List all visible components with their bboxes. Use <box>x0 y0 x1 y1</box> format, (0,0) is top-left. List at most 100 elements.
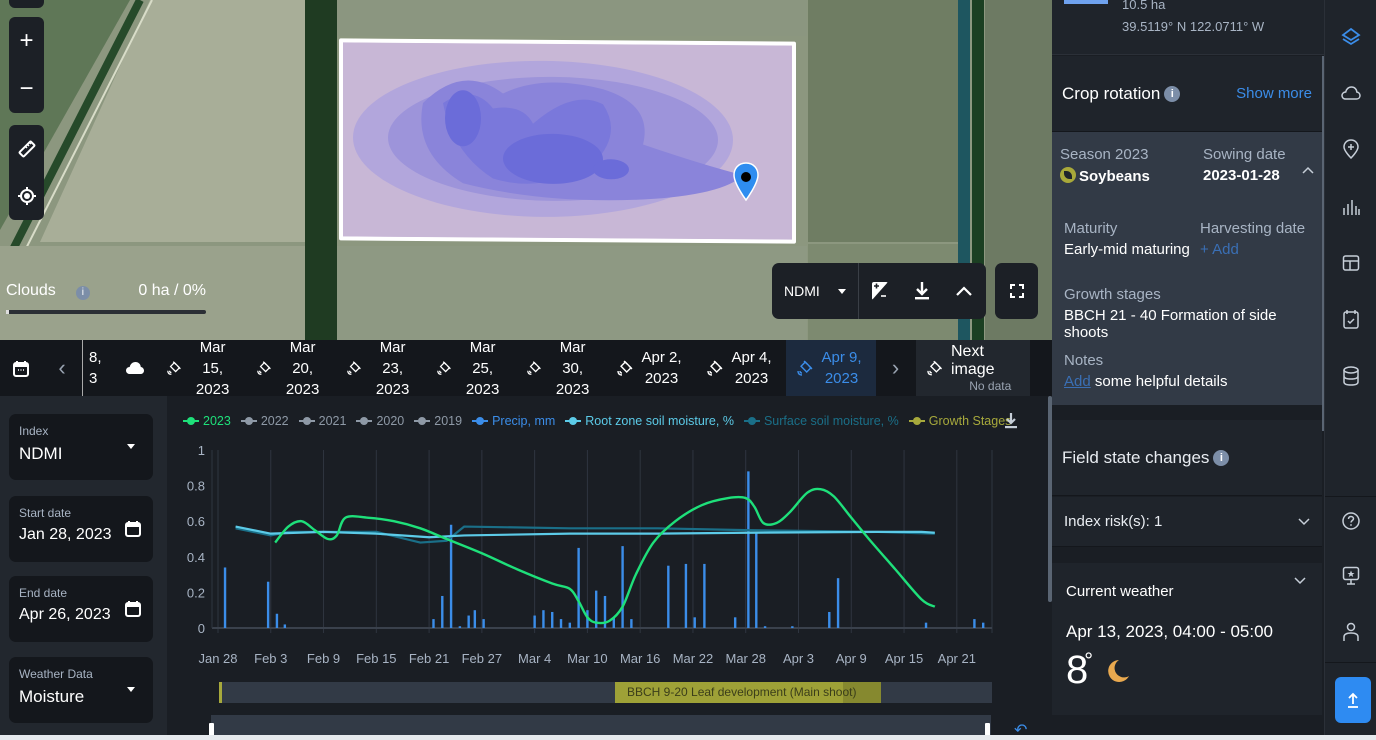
start-date-label: Start date <box>19 506 72 520</box>
satellite-map[interactable]: + − Clouds i 0 ha / 0% NDMI <box>0 0 1052 340</box>
prev-dates-button[interactable]: ‹ <box>42 355 82 381</box>
satellite-icon <box>616 360 633 376</box>
index-selector-label: NDMI <box>784 283 820 299</box>
tasks-button[interactable] <box>1325 299 1376 339</box>
help-button[interactable] <box>1325 501 1376 541</box>
ndmi-chart[interactable]: Jan 28 Feb 3 Feb 9 Feb 15 Feb 21 Feb 27 Mar 4 M… <box>167 396 1052 686</box>
notes-label: Notes <box>1064 352 1104 369</box>
chevron-up-icon[interactable] <box>1302 166 1314 174</box>
date-item[interactable]: Mar 30, 2023 <box>516 338 606 398</box>
app-root: + − Clouds i 0 ha / 0% NDMI ‹ 8, 3 Mar 1… <box>0 0 1376 740</box>
next-image-button[interactable]: Next image No data <box>915 340 1030 396</box>
precip-bar <box>667 565 670 628</box>
ruler-button[interactable] <box>9 129 44 169</box>
data-button[interactable] <box>1325 356 1376 396</box>
add-marker-button[interactable] <box>1325 129 1376 169</box>
x-tick-label: Apr 3 <box>783 651 814 666</box>
info-icon[interactable]: i <box>75 286 90 300</box>
zoom-out-button[interactable]: − <box>9 69 44 109</box>
x-tick-label: Apr 9 <box>836 651 867 666</box>
index-selector[interactable]: NDMI <box>772 263 859 319</box>
layers-button[interactable] <box>1325 17 1376 57</box>
calendar-icon[interactable] <box>125 520 141 537</box>
chevron-down-icon[interactable] <box>1294 577 1306 585</box>
crop-season-card: Season 2023 Soybeans Sowing date 2023-01… <box>1052 132 1322 405</box>
date-line1: Mar 30, <box>559 338 586 377</box>
precip-bar <box>458 626 462 628</box>
precip-bar <box>559 619 563 628</box>
date-item[interactable]: Apr 4, 2023 <box>696 340 786 396</box>
precip-bar <box>432 619 435 628</box>
date-line2: 2023 <box>824 370 859 387</box>
crop-rotation-header: Crop rotation i Show more <box>1052 56 1322 132</box>
field-boundary[interactable] <box>339 38 796 244</box>
x-tick-label: Mar 10 <box>567 651 607 666</box>
date-item[interactable]: Mar 25, 2023 <box>426 339 516 398</box>
account-button[interactable] <box>1325 612 1376 652</box>
info-icon[interactable]: i <box>1164 85 1181 102</box>
upload-button[interactable] <box>1335 677 1371 723</box>
next-dates-button[interactable]: › <box>876 355 916 381</box>
location-pin-icon[interactable] <box>733 162 759 208</box>
precip-bar <box>441 595 444 628</box>
end-date-field[interactable]: End date Apr 26, 2023 <box>9 576 153 642</box>
caret-down-icon <box>127 444 135 449</box>
precip-bar <box>568 622 572 628</box>
precip-bar <box>266 581 270 628</box>
calendar-icon <box>13 360 29 377</box>
zoom-controls: + − <box>9 17 44 113</box>
maturity-label: Maturity <box>1064 220 1118 237</box>
layout-button[interactable] <box>1325 243 1376 283</box>
collapse-button[interactable] <box>943 285 985 297</box>
field-state-changes-header: Field state changes i <box>1052 420 1322 496</box>
y-tick-label: 0.8 <box>187 479 205 494</box>
y-tick-label: 0.4 <box>187 550 205 565</box>
weather-data-select[interactable]: Weather Data Moisture <box>9 657 153 723</box>
notes-text: some helpful details <box>1090 373 1228 390</box>
weather-button[interactable] <box>1325 73 1376 113</box>
calendar-icon[interactable] <box>125 600 141 617</box>
chart-filters: Index NDMI Start date Jan 28, 2023 End d… <box>0 396 167 740</box>
precip-bar <box>473 610 477 628</box>
date-item[interactable]: Apr 2, 2023 <box>606 340 696 396</box>
info-icon[interactable]: i <box>1213 449 1230 466</box>
date-item[interactable]: Apr 9, 2023 <box>785 340 876 396</box>
cloud-date-item[interactable] <box>108 340 156 396</box>
crop-name: Soybeans <box>1079 168 1150 185</box>
precip-bar <box>747 471 750 628</box>
index-select[interactable]: Index NDMI <box>9 414 153 480</box>
date-line1: Mar 15, <box>199 338 226 377</box>
chevron-down-icon <box>1298 517 1310 525</box>
fullscreen-button[interactable] <box>995 263 1038 319</box>
date-item[interactable]: Mar 23, 2023 <box>336 338 426 398</box>
calendar-button[interactable] <box>0 360 42 377</box>
tool-controls <box>9 125 44 220</box>
date-item[interactable]: Mar 20, 2023 <box>246 338 336 398</box>
presentation-button[interactable] <box>1325 556 1376 596</box>
date-line1: Mar 23, <box>379 338 406 377</box>
date-item[interactable]: Mar 15, 2023 <box>156 338 246 398</box>
date-item-partial[interactable]: 8, 3 <box>82 340 108 396</box>
y-tick-label: 1 <box>198 443 205 458</box>
precip-bar <box>577 547 580 628</box>
growth-stages-value: BBCH 21 - 40 Formation of side shoots <box>1064 307 1277 341</box>
precip-bar <box>828 611 831 628</box>
zoom-in-button[interactable]: + <box>9 21 44 61</box>
cloud-icon <box>1341 86 1361 100</box>
download-button[interactable] <box>901 281 943 301</box>
precip-bar <box>283 624 287 628</box>
add-notes-link[interactable]: Add <box>1064 373 1091 390</box>
growth-stage-segment[interactable]: BBCH 9-20 Leaf development (Main shoot) <box>615 682 881 703</box>
weather-data-label: Weather Data <box>19 667 93 681</box>
date-line1: Mar 20, <box>289 338 316 377</box>
index-risk-row[interactable]: Index risk(s): 1 <box>1052 497 1322 547</box>
download-icon <box>914 282 929 300</box>
add-harvesting-date-link[interactable]: + Add <box>1200 241 1305 258</box>
analytics-button[interactable] <box>1325 187 1376 227</box>
ruler-icon <box>18 140 35 158</box>
contrast-button[interactable] <box>859 281 901 301</box>
locate-button[interactable] <box>9 176 44 216</box>
x-tick-label: Mar 16 <box>620 651 660 666</box>
start-date-field[interactable]: Start date Jan 28, 2023 <box>9 496 153 562</box>
show-more-link[interactable]: Show more <box>1236 85 1312 102</box>
